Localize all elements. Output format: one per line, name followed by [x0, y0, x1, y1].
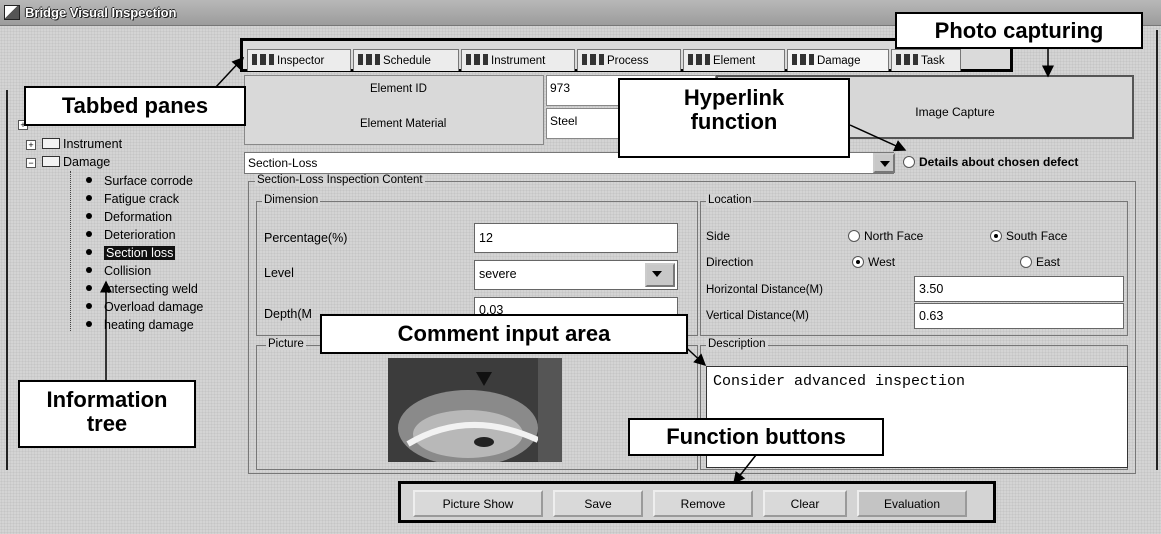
- callout-hyperlink-line2: function: [690, 109, 778, 135]
- tabbed-panes-arrow: [214, 56, 245, 89]
- callout-hyperlink-line1: Hyperlink: [683, 85, 785, 110]
- callout-hyperlink-function: Hyperlink function: [618, 78, 850, 158]
- callout-information-line2: tree: [86, 411, 128, 437]
- callout-comment-input-area: Comment input area: [320, 314, 688, 354]
- callout-photo-capturing: Photo capturing: [895, 12, 1143, 49]
- hyperlink-arrow: [849, 124, 907, 152]
- callout-tabbed-panes: Tabbed panes: [24, 86, 246, 126]
- callout-function-buttons: Function buttons: [628, 418, 884, 456]
- callout-information-line1: Information: [46, 387, 168, 412]
- function-buttons-arrow: [733, 454, 757, 485]
- annotation-arrows: [100, 48, 1054, 485]
- callout-information-tree: Information tree: [18, 380, 196, 448]
